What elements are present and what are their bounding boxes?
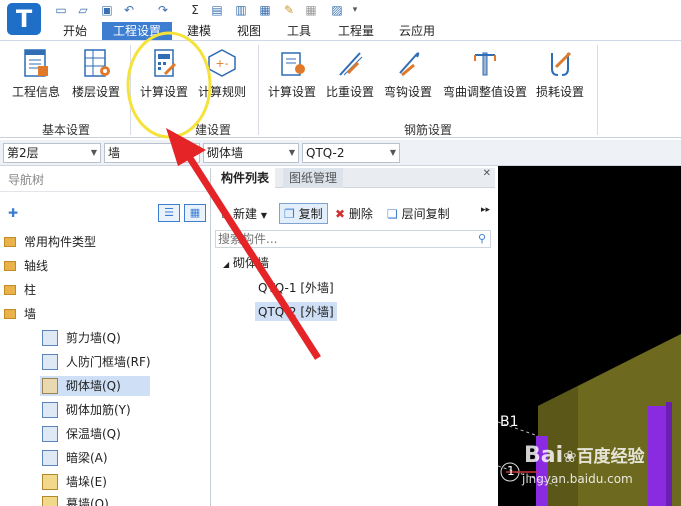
annotation-overlay — [126, 31, 321, 360]
pointer-arrow-shaft — [183, 150, 321, 360]
highlight-ellipse — [126, 31, 212, 139]
